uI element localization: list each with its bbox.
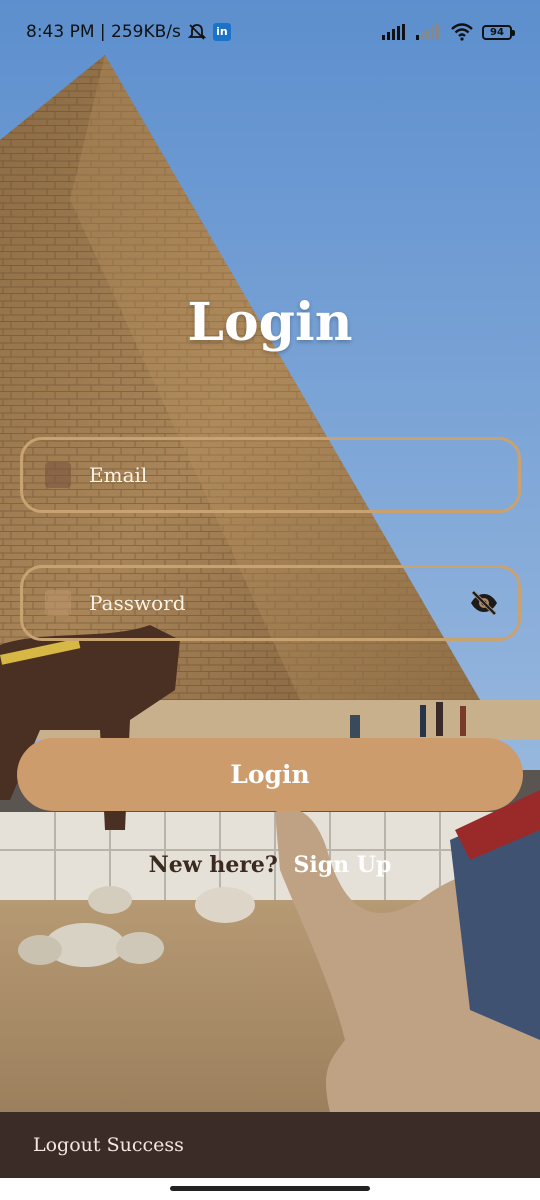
snackbar: Logout Success xyxy=(0,1112,540,1178)
status-time-speed: 8:43 PM | 259KB/s xyxy=(26,22,181,42)
signup-prompt: New here? xyxy=(148,852,278,878)
snackbar-message: Logout Success xyxy=(33,1134,184,1156)
lock-icon xyxy=(45,590,71,616)
email-field-container[interactable] xyxy=(20,437,521,513)
password-input[interactable] xyxy=(89,591,468,615)
eye-off-icon[interactable] xyxy=(468,587,500,619)
status-bar: 8:43 PM | 259KB/s in 94 xyxy=(0,0,540,64)
page-title: Login xyxy=(187,292,353,353)
login-button[interactable]: Login xyxy=(17,738,523,811)
mute-icon xyxy=(187,24,207,40)
email-icon xyxy=(45,462,71,488)
email-input[interactable] xyxy=(89,463,500,487)
signal-icon-secondary xyxy=(416,24,439,40)
password-field-container[interactable] xyxy=(20,565,521,641)
signup-row: New here? Sign Up xyxy=(0,852,540,878)
home-indicator[interactable] xyxy=(170,1186,370,1191)
signup-link[interactable]: Sign Up xyxy=(294,852,392,878)
linkedin-icon: in xyxy=(212,23,231,41)
wifi-icon xyxy=(451,23,473,41)
status-left: 8:43 PM | 259KB/s in xyxy=(26,22,231,42)
signal-icon xyxy=(382,24,405,40)
status-right: 94 xyxy=(382,23,515,41)
battery-icon: 94 xyxy=(482,24,515,40)
